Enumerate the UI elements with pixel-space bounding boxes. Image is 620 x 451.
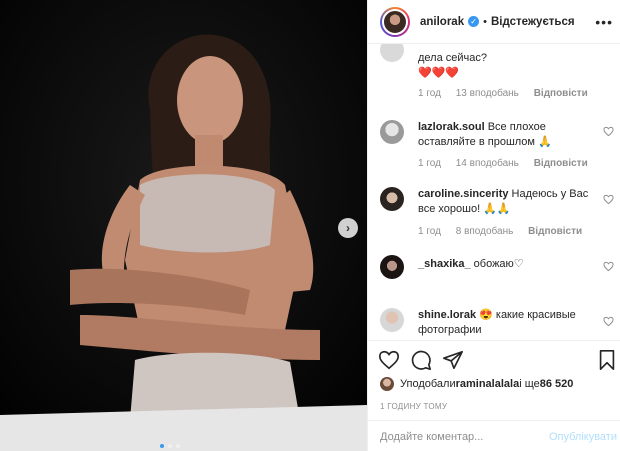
header-separator: • [483,15,487,28]
comment-item: _shaxika_ обожаю♡ [380,255,616,285]
comment-text: lazlorak.soul Все плохое оставляйте в пр… [418,121,552,148]
carousel-next-button[interactable]: › [338,218,358,238]
comment-meta: 1 год 8 вподобань Відповісти [418,226,594,237]
reply-button[interactable]: Відповісти [534,158,588,169]
photo-illustration [0,0,367,451]
post-timestamp: 1 ГОДИНУ ТОМУ [380,402,448,411]
comment-likes[interactable]: 8 вподобань [456,226,514,237]
add-comment-bar: Опублікувати [368,420,620,451]
comment-item: caroline.sincerity Надеюсь у Вас все хор… [380,187,616,243]
likes-summary: Уподобали raminalalala і ще 86 520 [380,377,573,391]
comments-list: дела сейчас? ❤️❤️❤️ 1 год 13 вподобань В… [368,44,620,340]
carousel-dot [168,444,172,448]
comment-item: дела сейчас? ❤️❤️❤️ 1 год 13 вподобань В… [380,44,616,108]
carousel-dot [160,444,164,448]
more-options-icon[interactable]: ••• [595,14,613,30]
liker-avatar[interactable] [380,377,394,391]
comment-time: 1 год [418,158,441,169]
carousel-dot [176,444,180,448]
comment-likes[interactable]: 13 вподобань [456,88,519,99]
comment-meta: 1 год 14 вподобань Відповісти [418,158,600,169]
comment-bubble-icon[interactable] [410,349,432,371]
reply-button[interactable]: Відповісти [534,88,588,99]
comment-time: 1 год [418,88,441,99]
post-header: anilorak ✓ • Відстежується ••• [368,0,620,44]
comment-item: shine.lorak 😍 какие красивые фотографии [380,308,616,340]
comment-item: lazlorak.soul Все плохое оставляйте в пр… [380,120,616,176]
commenter-avatar[interactable] [380,187,404,211]
comment-input[interactable] [380,429,540,445]
comment-text: shine.lorak 😍 какие красивые фотографии [418,309,576,336]
author-username[interactable]: anilorak [420,16,464,28]
commenter-avatar[interactable] [380,44,404,62]
comment-text: caroline.sincerity Надеюсь у Вас все хор… [418,188,589,215]
follow-status-button[interactable]: Відстежується [491,16,575,28]
author-avatar[interactable] [380,6,410,37]
share-send-icon[interactable] [442,349,464,371]
like-heart-icon[interactable] [378,349,400,371]
publish-button[interactable]: Опублікувати [549,431,617,443]
reply-button[interactable]: Відповісти [528,226,582,237]
comment-time: 1 год [418,226,441,237]
commenter-username[interactable]: _shaxika_ [418,258,471,270]
carousel-dots [160,444,180,448]
comment-meta: 1 год 13 вподобань Відповісти [418,88,600,99]
like-comment-heart-icon[interactable] [603,194,614,205]
post-photo: › [0,0,367,451]
comment-text: дела сейчас? ❤️❤️❤️ [418,52,487,79]
liker-username[interactable]: raminalalala [456,378,520,390]
save-bookmark-icon[interactable] [596,349,618,371]
post-side-panel: anilorak ✓ • Відстежується ••• дела сейч… [367,0,620,451]
commenter-avatar[interactable] [380,120,404,144]
commenter-username[interactable]: caroline.sincerity [418,188,509,200]
commenter-avatar[interactable] [380,308,404,332]
like-comment-heart-icon[interactable] [603,261,614,272]
likes-count[interactable]: 86 520 [540,378,574,390]
comment-text: _shaxika_ обожаю♡ [418,258,524,270]
like-comment-heart-icon[interactable] [603,126,614,137]
like-comment-heart-icon[interactable] [603,316,614,327]
comment-likes[interactable]: 14 вподобань [456,158,519,169]
verified-check-icon: ✓ [468,16,480,27]
commenter-username[interactable]: shine.lorak [418,309,476,321]
commenter-username[interactable]: lazlorak.soul [418,121,485,133]
commenter-avatar[interactable] [380,255,404,279]
post-actions-bar [368,340,620,380]
